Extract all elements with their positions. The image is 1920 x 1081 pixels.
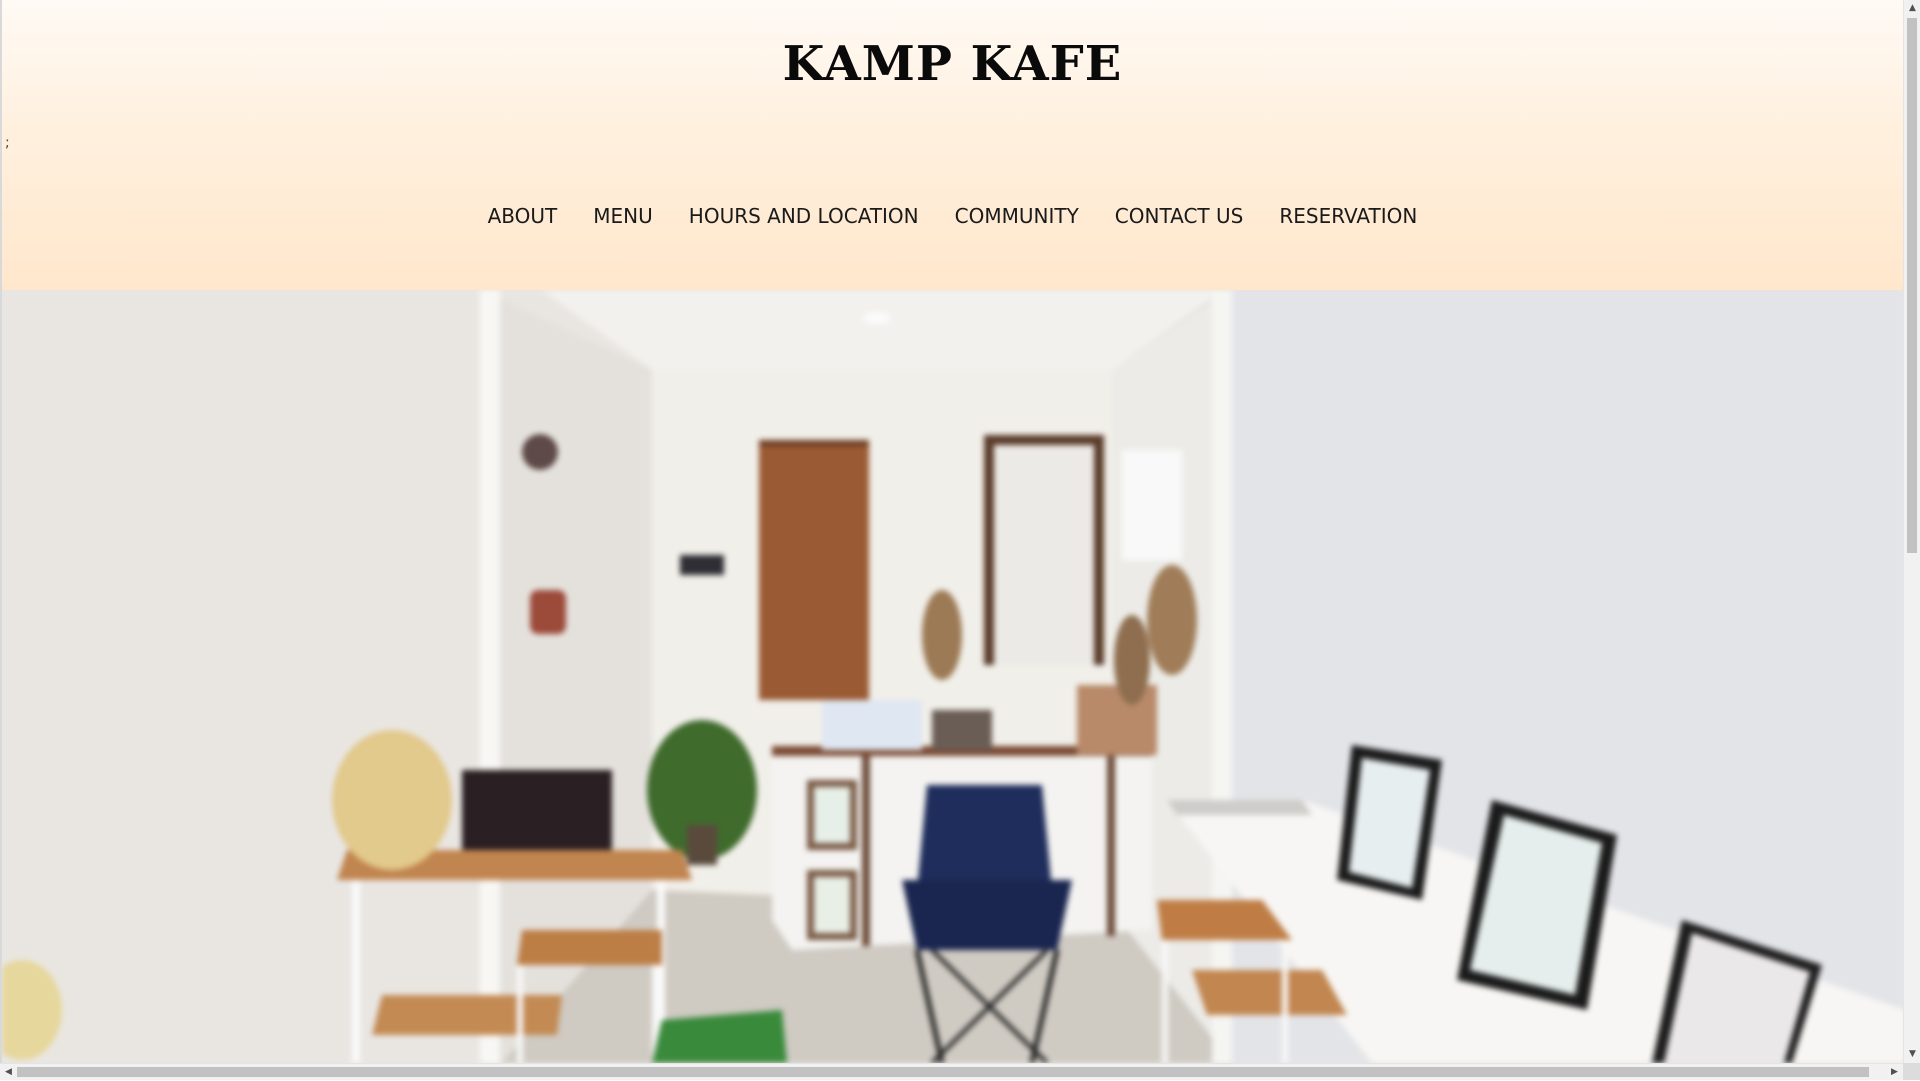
scrollbar-corner: [1903, 1063, 1920, 1080]
nav-item-about[interactable]: ABOUT: [488, 204, 558, 228]
horizontal-scroll-thumb[interactable]: [17, 1067, 1869, 1077]
scroll-right-icon[interactable]: ▶: [1886, 1064, 1903, 1081]
browser-viewport: KAMP KAFE ; ABOUT MENU HOURS AND LOCATIO…: [0, 0, 1903, 1063]
nav-item-contact-us[interactable]: CONTACT US: [1115, 204, 1244, 228]
main-nav: ABOUT MENU HOURS AND LOCATION COMMUNITY …: [2, 204, 1903, 228]
scroll-left-icon[interactable]: ◀: [0, 1064, 17, 1081]
vertical-scrollbar[interactable]: ▲ ▼: [1903, 0, 1920, 1063]
scroll-up-icon[interactable]: ▲: [1904, 0, 1920, 17]
site-title[interactable]: KAMP KAFE: [2, 36, 1903, 92]
hero-image: [2, 290, 1903, 1063]
scroll-down-icon[interactable]: ▼: [1904, 1046, 1920, 1063]
site-header: KAMP KAFE ; ABOUT MENU HOURS AND LOCATIO…: [2, 0, 1903, 290]
nav-item-community[interactable]: COMMUNITY: [955, 204, 1079, 228]
nav-item-reservation[interactable]: RESERVATION: [1279, 204, 1417, 228]
stray-text-mark: ;: [5, 135, 10, 151]
horizontal-scrollbar[interactable]: ◀ ▶: [0, 1063, 1903, 1080]
nav-item-hours-and-location[interactable]: HOURS AND LOCATION: [689, 204, 919, 228]
nav-item-menu[interactable]: MENU: [593, 204, 653, 228]
cafe-interior-photo: [2, 290, 1903, 1063]
vertical-scroll-thumb[interactable]: [1907, 18, 1917, 553]
